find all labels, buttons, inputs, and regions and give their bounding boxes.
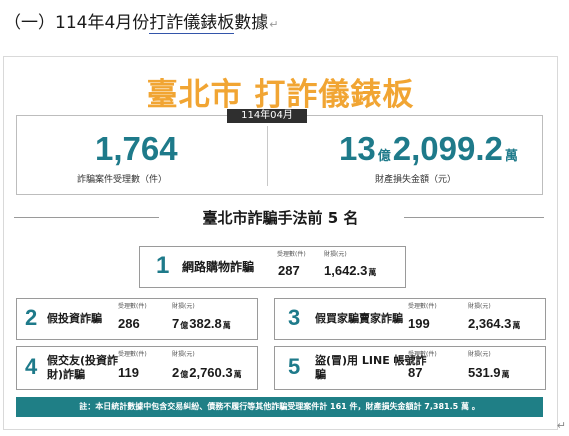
loss-unit: 萬 — [233, 370, 242, 379]
loss-yi-unit: 億 — [377, 148, 391, 163]
loss-label: 財損(元) — [468, 303, 491, 310]
heading-suffix: 數據 — [234, 13, 269, 33]
rank-number: 1 — [156, 252, 170, 279]
loss-value: 2億2,760.3萬 — [172, 365, 243, 380]
footer-note: 註：本日統計數據中包含交易糾紛、債務不履行等其他詐騙受理案件計 161 件，財產… — [16, 397, 543, 417]
loss-main: 1,642.3 — [324, 263, 368, 278]
loss-yi-unit: 億 — [180, 321, 189, 330]
loss-value: 531.9萬 — [468, 365, 511, 380]
loss-wan-value: 2,099.2 — [392, 130, 503, 167]
cases-value: 87 — [408, 365, 423, 380]
loss-label: 財損(元) — [468, 351, 491, 358]
loss-main: 531.9 — [468, 365, 501, 380]
cases-label: 受理數(件) — [408, 351, 437, 358]
loss-wan-unit: 萬 — [504, 148, 518, 163]
cases-label: 受理數(件) — [277, 251, 306, 258]
loss-main: 2,364.3 — [468, 316, 512, 331]
scam-type-name: 網路購物詐騙 — [182, 260, 255, 274]
loss-unit: 萬 — [368, 268, 377, 277]
summary-box: 114年04月 1,764 詐騙案件受理數（件） 13 億2,099.2 萬 財產損… — [16, 109, 543, 195]
paragraph-end-mark-icon: ↵ — [556, 419, 566, 432]
cases-value: 287 — [278, 263, 300, 278]
paragraph-mark-icon: ↵ — [269, 18, 279, 31]
loss-unit: 萬 — [501, 370, 510, 379]
scam-type-name: 假投資詐騙 — [47, 312, 102, 325]
cases-value: 199 — [408, 316, 430, 331]
loss-value: 2,364.3萬 — [468, 316, 521, 331]
cases-value: 119 — [118, 365, 139, 380]
loss-unit: 萬 — [512, 321, 521, 330]
section-title: 臺北市詐騙手法前 5 名 — [202, 209, 359, 227]
scam-type-name: 假買家騙賣家詐騙 — [315, 312, 403, 325]
scam-type-name-line1: 假交友(投資詐 — [47, 354, 119, 367]
loss-value: 1,642.3萬 — [324, 263, 377, 278]
loss-main: 382.8 — [189, 316, 222, 331]
rank-number: 5 — [288, 354, 301, 379]
loss-unit: 萬 — [222, 321, 231, 330]
total-loss-amount: 13 億2,099.2 萬 — [339, 130, 520, 168]
loss-yi-value: 13 — [339, 130, 376, 167]
loss-label: 財損(元) — [172, 303, 195, 310]
infographic-title: 臺北市 打詐儀錶板 — [146, 77, 415, 113]
loss-label: 財損(元) — [172, 351, 195, 358]
cases-label: 受理數(件) — [118, 303, 147, 310]
loss-yi: 7 — [172, 316, 180, 331]
loss-yi-unit: 億 — [180, 370, 189, 379]
heading-underlined-text: 打詐儀錶板 — [149, 13, 235, 34]
loss-main: 2,760.3 — [189, 365, 233, 380]
ranking-card-2: 2 假投資詐騙 受理數(件) 286 財損(元) 7億382.8萬 — [16, 298, 258, 340]
month-badge: 114年04月 — [227, 109, 307, 123]
summary-divider — [267, 126, 268, 186]
scam-type-name-line2: 財)詐騙 — [47, 368, 86, 381]
loss-value: 7億382.8萬 — [172, 316, 232, 331]
loss-label: 財損(元) — [324, 251, 347, 258]
rank-number: 4 — [25, 354, 38, 379]
dashboard-infographic: 臺北市 打詐儀錶板 114年04月 1,764 詐騙案件受理數（件） 13 億2,… — [3, 56, 558, 430]
total-case-label: 詐騙案件受理數（件） — [77, 175, 168, 185]
cases-label: 受理數(件) — [118, 351, 147, 358]
total-loss-label: 財產損失金額（元） — [375, 175, 457, 185]
loss-yi: 2 — [172, 365, 180, 380]
ranking-card-1: 1 網路購物詐騙 受理數(件) 287 財損(元) 1,642.3萬 — [139, 246, 406, 288]
document-heading: （一）114年4月份打詐儀錶板數據↵ — [4, 8, 279, 34]
cases-value: 286 — [118, 316, 140, 331]
ranking-card-3: 3 假買家騙賣家詐騙 受理數(件) 199 財損(元) 2,364.3萬 — [274, 298, 546, 340]
ranking-card-4: 4 假交友(投資詐 財)詐騙 受理數(件) 119 財損(元) 2億2,760.3… — [16, 346, 258, 390]
rank-number: 3 — [288, 305, 301, 330]
total-case-count: 1,764 — [95, 130, 178, 167]
cases-label: 受理數(件) — [408, 303, 437, 310]
rank-number: 2 — [25, 305, 38, 330]
heading-prefix: （一）114年4月份 — [4, 13, 150, 33]
ranking-card-5: 5 盜(冒)用 LINE 帳號詐騙 受理數(件) 87 財損(元) 531.9萬 — [274, 346, 546, 390]
scam-type-name: 假交友(投資詐 財)詐騙 — [47, 354, 118, 382]
